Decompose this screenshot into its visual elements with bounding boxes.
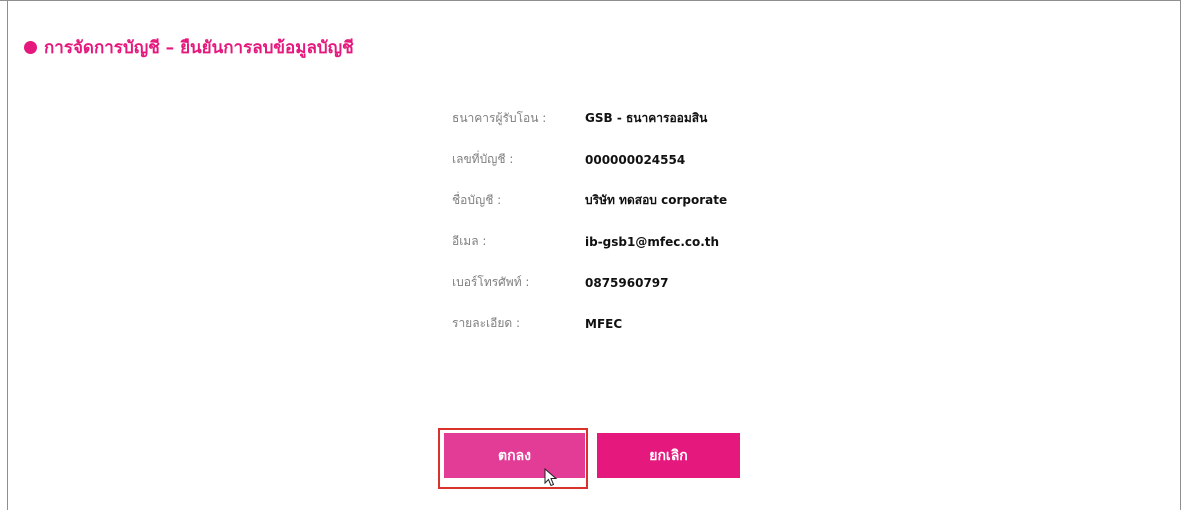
account-details: ธนาคารผู้รับโอน : GSB - ธนาคารออมสิน เลข…	[452, 98, 727, 344]
account-name-value: บริษัท ทดสอบ corporate	[585, 193, 728, 207]
cancel-button[interactable]: ยกเลิก	[597, 433, 740, 478]
bank-value: GSB - ธนาคารออมสิน	[585, 111, 708, 125]
confirm-highlight-box	[438, 428, 588, 489]
detail-row-email: อีเมล : ib-gsb1@mfec.co.th	[452, 221, 727, 262]
page-title: การจัดการบัญชี – ยืนยันการลบข้อมูลบัญชี	[44, 37, 354, 58]
detail-row-bank: ธนาคารผู้รับโอน : GSB - ธนาคารออมสิน	[452, 98, 727, 139]
email-label: อีเมล :	[452, 234, 487, 248]
description-label: รายละเอียด :	[452, 316, 521, 330]
detail-row-description: รายละเอียด : MFEC	[452, 303, 727, 344]
detail-row-account-name: ชื่อบัญชี : บริษัท ทดสอบ corporate	[452, 180, 727, 221]
description-value: MFEC	[585, 316, 623, 331]
detail-row-phone: เบอร์โทรศัพท์ : 0875960797	[452, 262, 727, 303]
account-number-label: เลขที่บัญชี :	[452, 152, 514, 166]
bank-label: ธนาคารผู้รับโอน :	[452, 111, 547, 125]
email-value: ib-gsb1@mfec.co.th	[585, 234, 720, 249]
frame-left-border	[7, 0, 8, 510]
phone-label: เบอร์โทรศัพท์ :	[452, 275, 530, 289]
detail-row-account-number: เลขที่บัญชี : 000000024554	[452, 139, 727, 180]
bullet-icon	[24, 40, 37, 54]
account-name-label: ชื่อบัญชี :	[452, 193, 502, 207]
frame-top-border	[0, 0, 1181, 1]
page-header: การจัดการบัญชี – ยืนยันการลบข้อมูลบัญชี	[24, 34, 354, 60]
account-number-value: 000000024554	[585, 152, 686, 167]
phone-value: 0875960797	[585, 275, 669, 290]
mouse-pointer-icon	[544, 468, 558, 487]
